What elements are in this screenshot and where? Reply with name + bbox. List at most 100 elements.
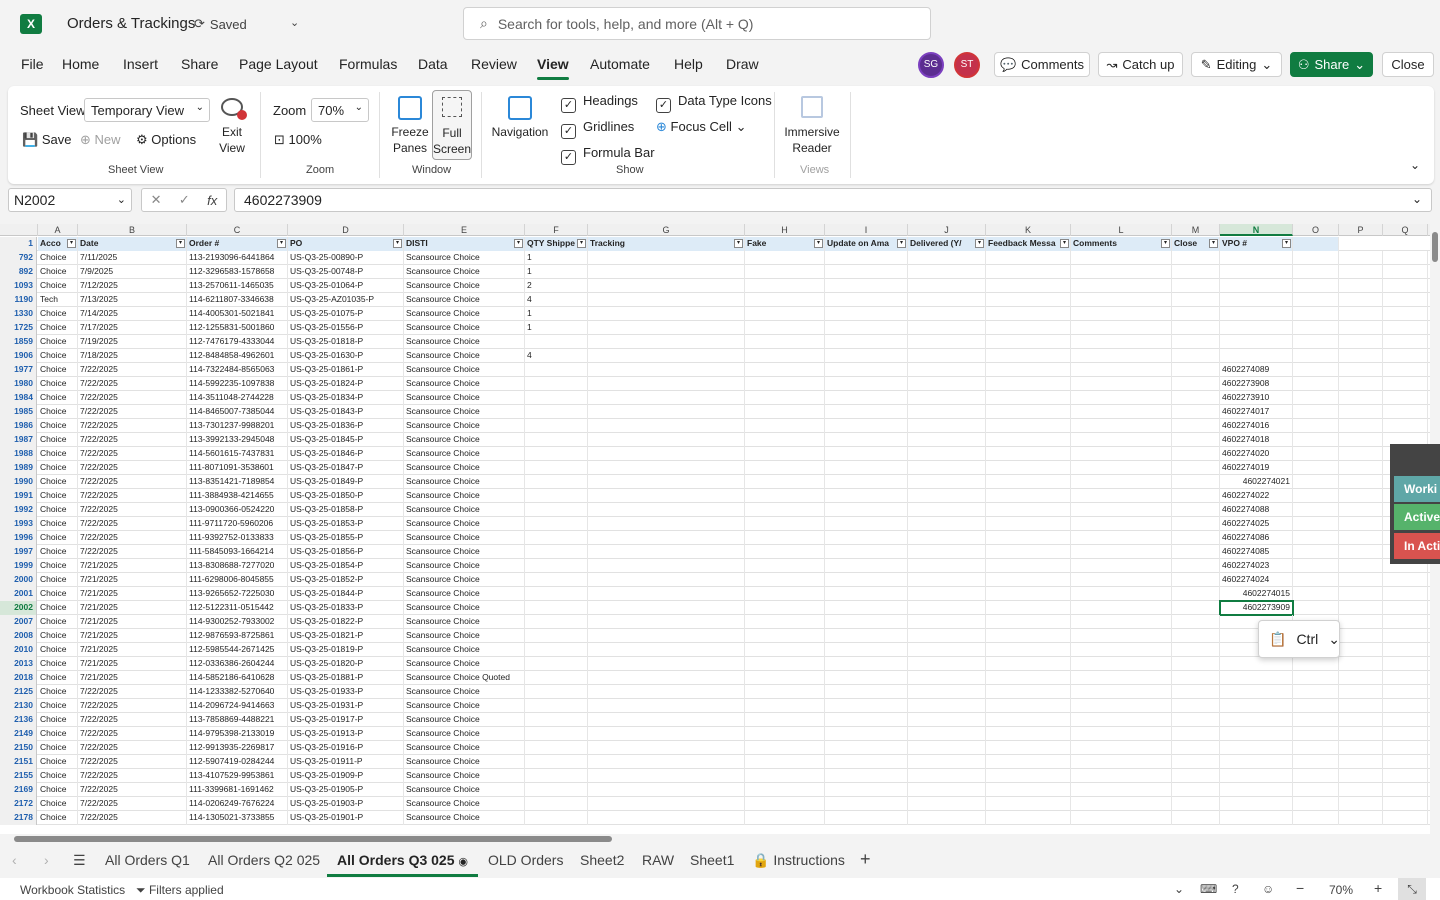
- cell-c[interactable]: 113-8308688-7277020: [187, 559, 288, 573]
- cell-d[interactable]: US-Q3-25-01849-P: [288, 475, 404, 489]
- cell-j[interactable]: [908, 433, 986, 447]
- cell-a[interactable]: Choice: [38, 559, 78, 573]
- cell-k[interactable]: [986, 699, 1071, 713]
- cell-b[interactable]: 7/22/2025: [78, 531, 187, 545]
- row-number[interactable]: 2010: [0, 643, 37, 657]
- cell-i[interactable]: [825, 279, 908, 293]
- cell-n[interactable]: 4602274024: [1220, 573, 1293, 587]
- cell-g[interactable]: [588, 573, 745, 587]
- row-number[interactable]: 1992: [0, 503, 37, 517]
- cell-b[interactable]: 7/17/2025: [78, 321, 187, 335]
- cell-h[interactable]: [745, 307, 825, 321]
- cell-m[interactable]: [1172, 797, 1220, 811]
- cell-p[interactable]: [1339, 615, 1383, 629]
- cell-c[interactable]: 112-5907419-0284244: [187, 755, 288, 769]
- cell-m[interactable]: [1172, 545, 1220, 559]
- cell-p[interactable]: [1339, 629, 1383, 643]
- cell-c[interactable]: 114-7322484-8565063: [187, 363, 288, 377]
- cell-i[interactable]: [825, 629, 908, 643]
- cell-i[interactable]: [825, 503, 908, 517]
- cell-q[interactable]: [1383, 377, 1428, 391]
- cell-e[interactable]: Scansource Choice: [404, 531, 525, 545]
- cell-h[interactable]: [745, 531, 825, 545]
- cell-q[interactable]: [1383, 685, 1428, 699]
- cell-b[interactable]: 7/22/2025: [78, 797, 187, 811]
- cell-f[interactable]: [525, 713, 588, 727]
- column-header-q[interactable]: Q: [1383, 224, 1428, 236]
- row-number[interactable]: 2000: [0, 573, 37, 587]
- cell-f[interactable]: [525, 559, 588, 573]
- cell-g[interactable]: [588, 657, 745, 671]
- cell-n[interactable]: [1220, 699, 1293, 713]
- cell-h[interactable]: [745, 335, 825, 349]
- cell-e[interactable]: Scansource Choice: [404, 657, 525, 671]
- freeze-panes-button[interactable]: Freeze Panes: [390, 96, 430, 156]
- cell-a[interactable]: Choice: [38, 685, 78, 699]
- cell-g[interactable]: [588, 391, 745, 405]
- filter-dropdown-icon[interactable]: ▾: [975, 239, 984, 248]
- cell-m[interactable]: [1172, 391, 1220, 405]
- cell-p[interactable]: [1339, 531, 1383, 545]
- cell-d[interactable]: US-Q3-25-01630-P: [288, 349, 404, 363]
- cell-c[interactable]: 111-3399681-1691462: [187, 783, 288, 797]
- cell-b[interactable]: 7/22/2025: [78, 447, 187, 461]
- cell-f[interactable]: [525, 811, 588, 825]
- row-number[interactable]: 1977: [0, 363, 37, 377]
- cell-n[interactable]: [1220, 265, 1293, 279]
- cell-c[interactable]: 112-5122311-0515442: [187, 601, 288, 615]
- cell-m[interactable]: [1172, 447, 1220, 461]
- cell-e[interactable]: Scansource Choice: [404, 405, 525, 419]
- cell-j[interactable]: [908, 475, 986, 489]
- row-number[interactable]: 2007: [0, 615, 37, 629]
- cell-m[interactable]: [1172, 349, 1220, 363]
- sheet-tab-active[interactable]: All Orders Q3 025 ◉: [326, 852, 479, 877]
- cell-i[interactable]: [825, 699, 908, 713]
- menu-formulas[interactable]: Formulas: [339, 56, 397, 72]
- cell-h[interactable]: [745, 587, 825, 601]
- cell-k[interactable]: [986, 279, 1071, 293]
- cell-f[interactable]: 4: [525, 349, 588, 363]
- cell-i[interactable]: [825, 377, 908, 391]
- cell-o[interactable]: [1293, 741, 1339, 755]
- avatar[interactable]: ST: [954, 52, 980, 78]
- row-number[interactable]: 1990: [0, 475, 37, 489]
- row-number[interactable]: 2172: [0, 797, 37, 811]
- cell-i[interactable]: [825, 517, 908, 531]
- cell-b[interactable]: 7/22/2025: [78, 363, 187, 377]
- cell-q[interactable]: [1383, 251, 1428, 265]
- cell-e[interactable]: Scansource Choice: [404, 811, 525, 825]
- cell-c[interactable]: 113-3992133-2945048: [187, 433, 288, 447]
- cell-b[interactable]: 7/22/2025: [78, 517, 187, 531]
- cell-d[interactable]: US-Q3-25-01853-P: [288, 517, 404, 531]
- cell-d[interactable]: US-Q3-25-00890-P: [288, 251, 404, 265]
- row-number[interactable]: 1991: [0, 489, 37, 503]
- cell-q[interactable]: [1383, 797, 1428, 811]
- cell-c[interactable]: 113-8351421-7189854: [187, 475, 288, 489]
- cell-j[interactable]: [908, 587, 986, 601]
- cell-k[interactable]: [986, 615, 1071, 629]
- cell-m[interactable]: [1172, 461, 1220, 475]
- cell-j[interactable]: [908, 643, 986, 657]
- cell-g[interactable]: [588, 615, 745, 629]
- cell-a[interactable]: Choice: [38, 699, 78, 713]
- cell-i[interactable]: [825, 349, 908, 363]
- cell-p[interactable]: [1339, 293, 1383, 307]
- cell-f[interactable]: [525, 727, 588, 741]
- cell-k[interactable]: [986, 601, 1071, 615]
- cell-q[interactable]: [1383, 293, 1428, 307]
- cell-h[interactable]: [745, 545, 825, 559]
- scroll-thumb[interactable]: [1432, 232, 1438, 262]
- cell-k[interactable]: [986, 629, 1071, 643]
- header-cell-a[interactable]: Acco ▾: [38, 237, 78, 251]
- cell-l[interactable]: [1071, 727, 1172, 741]
- cell-d[interactable]: US-Q3-25-01911-P: [288, 755, 404, 769]
- cell-k[interactable]: [986, 391, 1071, 405]
- cell-p[interactable]: [1339, 587, 1383, 601]
- cell-g[interactable]: [588, 307, 745, 321]
- cell-a[interactable]: Choice: [38, 405, 78, 419]
- cell-f[interactable]: [525, 783, 588, 797]
- cell-b[interactable]: 7/22/2025: [78, 377, 187, 391]
- add-sheet-button[interactable]: +: [860, 849, 871, 870]
- cell-p[interactable]: [1339, 279, 1383, 293]
- cell-b[interactable]: 7/22/2025: [78, 783, 187, 797]
